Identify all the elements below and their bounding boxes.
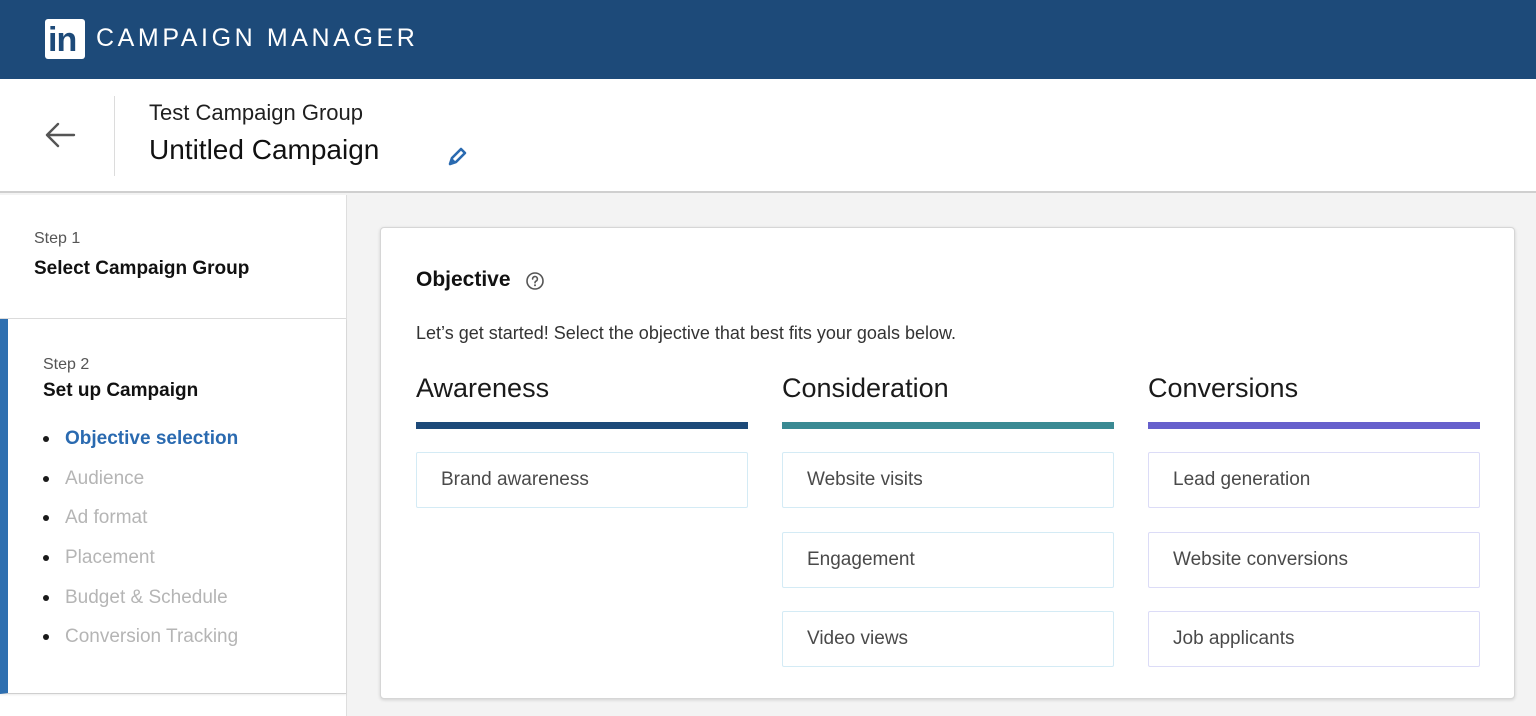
question-circle-icon — [526, 272, 544, 290]
step-2-label: Step 2 — [43, 356, 90, 373]
substep-ad-format[interactable]: Ad format — [43, 506, 238, 546]
step-2-title: Set up Campaign — [43, 380, 199, 401]
campaign-group-name: Test Campaign Group — [149, 100, 363, 125]
substep-audience[interactable]: Audience — [43, 467, 238, 507]
header-divider — [114, 96, 115, 176]
substep-conversion-tracking[interactable]: Conversion Tracking — [43, 625, 238, 665]
pencil-icon — [448, 147, 467, 166]
column-color-bar — [416, 422, 748, 429]
step-1-title: Select Campaign Group — [34, 258, 250, 279]
objective-column-conversions: Conversions Lead generation Website conv… — [1148, 371, 1480, 691]
objective-column-consideration: Consideration Website visits Engagement … — [782, 371, 1114, 691]
help-button[interactable] — [525, 271, 545, 291]
column-title: Consideration — [782, 373, 949, 403]
edit-campaign-name-button[interactable] — [444, 144, 470, 170]
objective-card: Objective Let’s get started! Select the … — [380, 227, 1515, 699]
objective-option-engagement[interactable]: Engagement — [782, 531, 1114, 588]
step-1[interactable]: Step 1 Select Campaign Group — [0, 195, 346, 319]
substep-budget-schedule[interactable]: Budget & Schedule — [43, 586, 238, 626]
logo-text: in — [48, 21, 77, 59]
back-button[interactable] — [40, 115, 80, 155]
column-color-bar — [1148, 422, 1480, 429]
objective-option-job-applicants[interactable]: Job applicants — [1148, 611, 1480, 667]
column-title: Conversions — [1148, 373, 1299, 403]
column-title: Awareness — [416, 373, 550, 403]
arrow-left-icon — [45, 122, 76, 148]
objective-title: Objective — [416, 268, 511, 291]
app-title: CAMPAIGN MANAGER — [96, 24, 419, 52]
campaign-header: Test Campaign Group Untitled Campaign — [0, 79, 1536, 193]
objective-option-video-views[interactable]: Video views — [782, 611, 1114, 667]
substep-placement[interactable]: Placement — [43, 546, 238, 586]
top-bar: in CAMPAIGN MANAGER — [0, 0, 1536, 79]
step-2: Step 2 Set up Campaign Objective selecti… — [0, 319, 346, 694]
objective-option-website-conversions[interactable]: Website conversions — [1148, 531, 1480, 588]
campaign-name: Untitled Campaign — [149, 134, 380, 165]
objective-intro: Let’s get started! Select the objective … — [416, 323, 956, 343]
objective-option-brand-awareness[interactable]: Brand awareness — [416, 452, 748, 508]
objective-option-lead-generation[interactable]: Lead generation — [1148, 452, 1480, 508]
substep-objective-selection[interactable]: Objective selection — [43, 427, 238, 467]
step-1-label: Step 1 — [34, 230, 81, 247]
linkedin-logo-icon[interactable]: in — [45, 19, 85, 59]
steps-sidebar: Step 1 Select Campaign Group Step 2 Set … — [0, 195, 347, 716]
objective-option-website-visits[interactable]: Website visits — [782, 452, 1114, 508]
objective-column-awareness: Awareness Brand awareness — [416, 371, 748, 532]
substep-list: Objective selection Audience Ad format P… — [43, 427, 238, 665]
column-color-bar — [782, 422, 1114, 429]
